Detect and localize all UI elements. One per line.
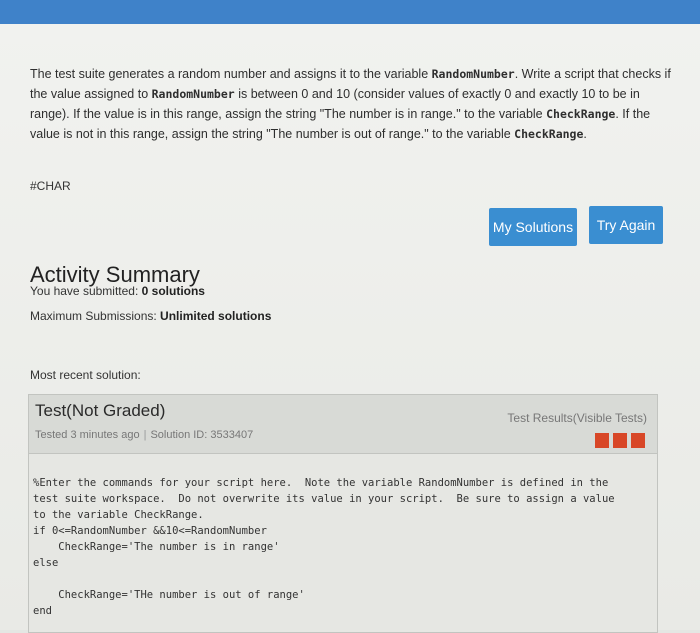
- test-result-fail-bar: [613, 433, 627, 448]
- submitted-value: 0 solutions: [141, 284, 205, 298]
- variable-name: RandomNumber: [431, 67, 515, 81]
- problem-description: The test suite generates a random number…: [30, 64, 680, 144]
- solution-card-header: Test(Not Graded) Tested 3 minutes ago | So…: [29, 395, 657, 454]
- solution-card: Test(Not Graded) Tested 3 minutes ago | So…: [28, 394, 658, 633]
- char-tag: #CHAR: [30, 179, 71, 193]
- test-result-fail-bar: [631, 433, 645, 448]
- solution-id: Solution ID: 3533407: [150, 429, 254, 441]
- submitted-line: You have submitted: 0 solutions: [30, 284, 205, 298]
- tested-time: Tested 3 minutes ago: [35, 429, 140, 441]
- max-submissions-value: Unlimited solutions: [160, 309, 272, 323]
- prompt-text: The test suite generates a random number…: [30, 67, 432, 81]
- max-submissions-label: Maximum Submissions:: [30, 309, 161, 323]
- test-result-fail-bar: [595, 433, 609, 448]
- solution-title: Test(Not Graded): [35, 401, 166, 420]
- solution-meta: Tested 3 minutes ago | Solution ID: 353340…: [35, 429, 253, 441]
- most-recent-label: Most recent solution:: [30, 368, 141, 382]
- variable-name: CheckRange: [514, 127, 584, 141]
- submitted-label: You have submitted:: [30, 284, 142, 298]
- top-bar: [0, 0, 700, 24]
- page: The test suite generates a random number…: [0, 24, 700, 633]
- variable-name: RandomNumber: [151, 87, 235, 101]
- max-submissions-line: Maximum Submissions: Unlimited solutions: [30, 309, 271, 323]
- meta-divider: |: [143, 429, 147, 441]
- test-results-link[interactable]: Test Results(Visible Tests): [507, 411, 647, 425]
- test-results-bars: [595, 433, 645, 448]
- my-solutions-button[interactable]: My Solutions: [489, 208, 577, 246]
- solution-code: %Enter the commands for your script here…: [33, 477, 615, 617]
- prompt-text: .: [583, 127, 587, 141]
- variable-name: CheckRange: [546, 107, 616, 121]
- try-again-button[interactable]: Try Again: [589, 206, 663, 244]
